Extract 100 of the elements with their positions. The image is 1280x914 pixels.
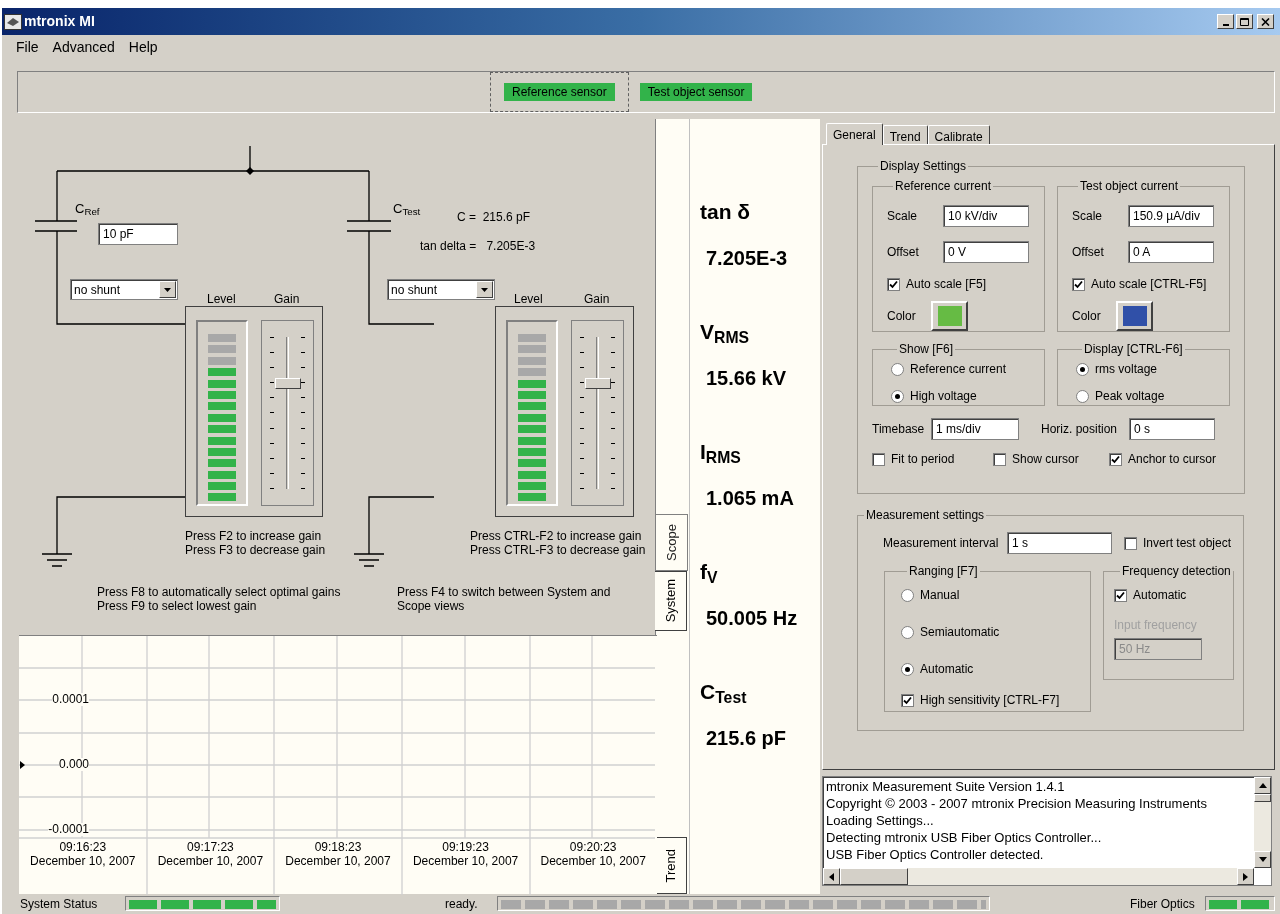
scroll-right-icon <box>1243 872 1248 881</box>
check-icon <box>903 695 912 705</box>
dropdown-button[interactable] <box>476 281 493 298</box>
radio-label: Semiautomatic <box>920 624 1000 641</box>
radio-button[interactable] <box>901 588 914 602</box>
tab[interactable]: Trend <box>882 125 928 144</box>
field-label: Color <box>887 308 917 325</box>
marker-arrow-icon <box>20 761 25 769</box>
checkbox-label: Auto scale [F5] <box>906 276 987 293</box>
reading-value: 50.005 Hz <box>706 606 799 631</box>
gain-slider[interactable] <box>261 320 314 506</box>
minimize-button[interactable] <box>1217 14 1234 29</box>
scroll-button[interactable] <box>1254 777 1271 794</box>
checkbox[interactable] <box>872 452 885 466</box>
checkbox[interactable] <box>901 693 914 707</box>
log-line: Detecting mtronix USB Fiber Optics Controller... <box>826 829 1103 846</box>
axis-label: 09:18:23 <box>314 840 362 854</box>
menu-item[interactable]: Advanced <box>52 36 115 58</box>
text-field[interactable]: 0 V <box>943 241 1029 263</box>
checkbox[interactable] <box>993 452 1006 466</box>
gain-slider[interactable] <box>571 320 624 506</box>
reading-label: tan δ <box>700 199 752 225</box>
hint-text: Press F9 to select lowest gain <box>97 599 258 613</box>
radio-button[interactable] <box>1076 389 1089 403</box>
group-title: Show [F6] <box>898 341 955 358</box>
dropdown-button[interactable] <box>159 281 176 298</box>
radio-label: Reference current <box>910 361 1007 378</box>
axis-label: December 10, 2007 <box>540 854 646 868</box>
view-tab[interactable]: Trend <box>655 837 687 894</box>
caret-icon <box>481 287 488 292</box>
axis-label: December 10, 2007 <box>285 854 391 868</box>
text-field[interactable]: 10 pF <box>98 223 178 245</box>
gain-label: Gain <box>274 291 300 308</box>
text-field[interactable]: 1 s <box>1007 532 1112 554</box>
scroll-button[interactable] <box>823 868 840 885</box>
check-icon <box>1116 590 1125 600</box>
checkbox[interactable] <box>1072 277 1085 291</box>
radio-button[interactable] <box>1076 362 1089 376</box>
horizontal-scrollbar[interactable] <box>823 868 1254 885</box>
reading-label: C$_{Test}$ <box>700 679 748 705</box>
view-tab[interactable]: Scope <box>656 514 688 571</box>
tab[interactable]: General <box>826 123 883 145</box>
tab[interactable]: Calibrate <box>927 125 990 144</box>
scroll-down-icon <box>1258 857 1267 862</box>
vertical-scrollbar[interactable] <box>1254 777 1271 868</box>
text-field[interactable]: 150.9 µA/div <box>1128 205 1214 227</box>
hint-text: Press CTRL-F3 to decrease gain <box>470 543 646 557</box>
view-tab[interactable]: System <box>655 571 687 631</box>
level-label: Level <box>514 291 543 308</box>
radio-button[interactable] <box>901 625 914 639</box>
menu-item[interactable]: Help <box>128 36 158 58</box>
check-icon <box>1111 454 1120 464</box>
checkbox-label: Auto scale [CTRL-F5] <box>1091 276 1207 293</box>
field-label: Timebase <box>872 421 926 438</box>
axis-label: December 10, 2007 <box>412 854 519 868</box>
color-button[interactable] <box>1116 301 1153 331</box>
slider-thumb[interactable] <box>585 377 611 389</box>
group-title: Frequency detection <box>1121 563 1232 580</box>
text-field[interactable]: 1 ms/div <box>931 418 1019 440</box>
checkbox-label: Invert test object <box>1143 535 1232 552</box>
reading-label: I$_{RMS}$ <box>700 439 742 465</box>
color-button[interactable] <box>931 301 968 331</box>
text-field[interactable]: 0 A <box>1128 241 1214 263</box>
field-label: Scale <box>887 208 919 225</box>
scroll-thumb[interactable] <box>840 868 908 885</box>
gain-label: Gain <box>584 291 610 308</box>
scroll-button[interactable] <box>1237 868 1254 885</box>
sensor-button[interactable]: Reference sensor <box>490 72 629 112</box>
dropdown[interactable]: no shunt <box>70 279 178 300</box>
checkbox[interactable] <box>1124 536 1137 550</box>
status-text: ready. <box>445 895 479 913</box>
menu-item[interactable]: File <box>16 36 39 58</box>
checkbox-label: Show cursor <box>1012 451 1079 468</box>
checkbox[interactable] <box>1114 588 1127 602</box>
field-label: Offset <box>887 244 920 261</box>
checkbox-label: Automatic <box>1133 587 1187 604</box>
radio-button[interactable] <box>891 362 904 376</box>
text-field[interactable]: 0 s <box>1129 418 1215 440</box>
axis-label: 09:16:23 <box>59 840 107 854</box>
group-title: Test object current <box>1079 178 1180 195</box>
group-title: Measurement settings <box>865 507 986 524</box>
group-title: Display Settings <box>879 158 968 175</box>
checkbox[interactable] <box>1109 452 1122 466</box>
scroll-thumb[interactable] <box>1254 794 1271 802</box>
close-icon <box>1261 17 1270 26</box>
axis-label: 09:19:23 <box>442 840 489 854</box>
close-button[interactable] <box>1257 14 1274 29</box>
capacitor-label: C$_{Ref}$ <box>75 201 100 216</box>
dropdown[interactable]: no shunt <box>387 279 495 300</box>
radio-button[interactable] <box>901 662 914 676</box>
maximize-button[interactable] <box>1236 14 1253 29</box>
axis-label: 09:17:23 <box>187 840 234 854</box>
radio-button[interactable] <box>891 389 904 403</box>
check-icon <box>889 279 898 289</box>
checkbox-label: Anchor to cursor <box>1128 451 1217 468</box>
group-title: Reference current <box>894 178 993 195</box>
scroll-button[interactable] <box>1254 851 1271 868</box>
text-field[interactable]: 10 kV/div <box>943 205 1029 227</box>
checkbox[interactable] <box>887 277 900 291</box>
slider-thumb[interactable] <box>275 377 301 389</box>
